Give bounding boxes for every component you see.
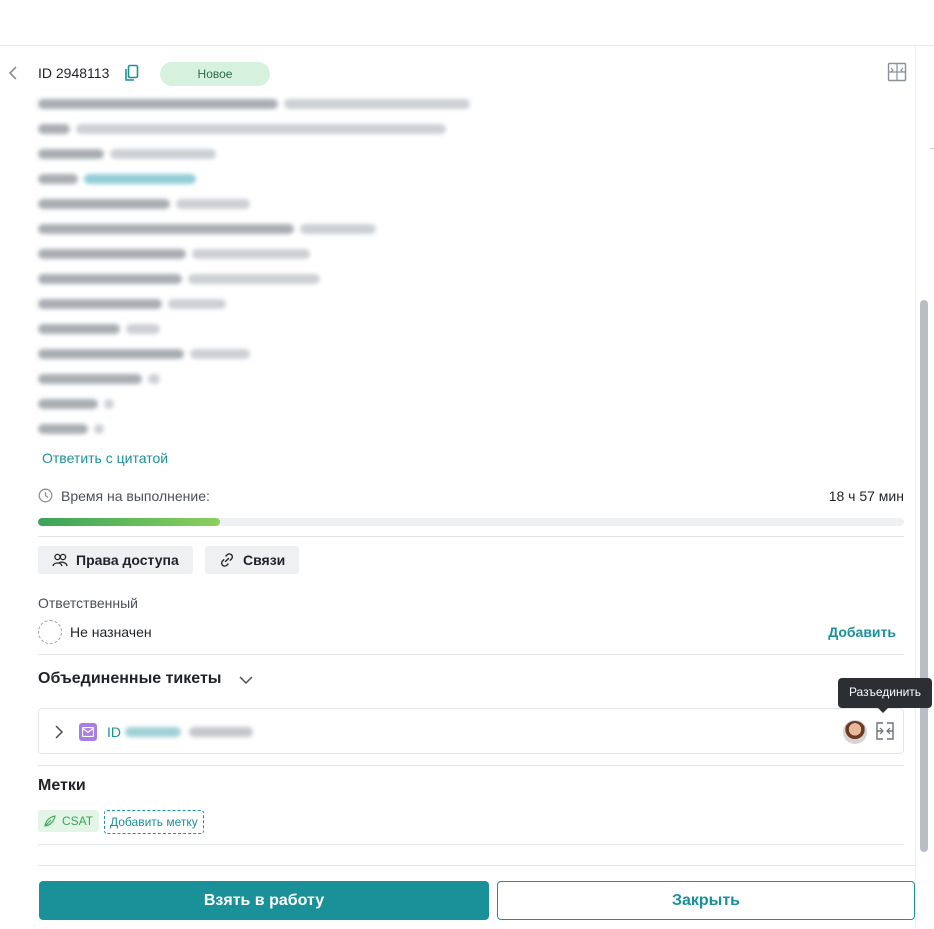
sla-row: Время на выполнение: 18 ч 57 мин — [38, 487, 904, 505]
divider — [38, 765, 904, 766]
mail-icon — [79, 723, 97, 741]
status-badge: Новое — [160, 62, 270, 86]
take-in-work-button[interactable]: Взять в работу — [39, 881, 489, 920]
leaf-icon — [44, 815, 56, 827]
responsible-title: Ответственный — [38, 595, 138, 611]
chevron-right-icon[interactable] — [53, 724, 65, 740]
scrollbar[interactable] — [920, 300, 928, 852]
tag-label: CSAT — [62, 814, 94, 828]
redacted-ticket-subject — [189, 727, 253, 737]
sla-label: Время на выполнение: — [61, 488, 210, 504]
reply-with-quote-link[interactable]: Ответить с цитатой — [42, 450, 168, 466]
unmerge-tooltip: Разъединить — [838, 678, 932, 713]
sla-progress-fill — [38, 518, 220, 526]
merged-ticket-id[interactable]: ID — [107, 724, 121, 740]
divider — [38, 844, 904, 845]
unmerge-icon[interactable] — [875, 721, 895, 741]
ticket-id: ID 2948113 — [38, 65, 110, 81]
users-icon — [52, 553, 68, 567]
links-button[interactable]: Связи — [205, 546, 300, 574]
add-tag-button[interactable]: Добавить метку — [104, 810, 204, 834]
tags-title: Метки — [38, 777, 86, 794]
merged-ticket-card[interactable]: ID — [38, 708, 904, 754]
copy-icon[interactable] — [124, 64, 140, 82]
sla-progress-bar — [38, 518, 904, 526]
back-icon[interactable] — [6, 64, 22, 82]
close-ticket-button[interactable]: Закрыть — [497, 881, 915, 920]
access-rights-label: Права доступа — [76, 552, 179, 568]
links-label: Связи — [243, 552, 286, 568]
link-icon — [221, 553, 233, 567]
clock-icon — [38, 488, 53, 503]
access-rights-button[interactable]: Права доступа — [38, 546, 193, 574]
top-bar — [0, 0, 934, 46]
redacted-ticket-details — [38, 98, 478, 448]
divider — [38, 654, 904, 655]
sla-value: 18 ч 57 мин — [828, 488, 904, 504]
expand-icon[interactable] — [887, 62, 907, 82]
footer-divider — [38, 865, 916, 866]
add-responsible-button[interactable]: Добавить — [828, 624, 896, 640]
chevron-down-icon[interactable] — [238, 672, 254, 688]
merged-tickets-title: Объединенные тикеты — [38, 670, 222, 687]
avatar — [843, 720, 867, 744]
responsible-value: Не назначен — [70, 624, 152, 640]
avatar — [38, 620, 62, 644]
redacted-ticket-number — [125, 727, 181, 737]
tag-chip[interactable]: CSAT — [38, 810, 100, 832]
divider — [38, 536, 904, 537]
